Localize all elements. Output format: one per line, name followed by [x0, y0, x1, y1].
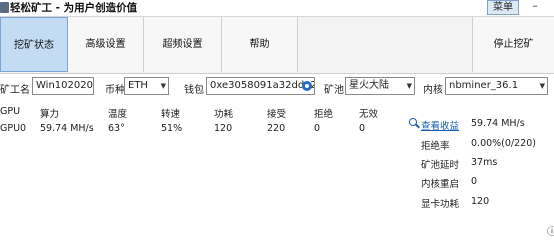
- table-header-temp: 温度: [108, 109, 128, 120]
- magnifier-handle: [415, 123, 420, 129]
- table-cell-fan: 51%: [161, 123, 183, 134]
- tab-mining-status[interactable]: 挖矿状态: [0, 17, 68, 72]
- menu-button[interactable]: 菜单: [487, 0, 519, 15]
- pool-value: 星火大陆: [349, 80, 389, 91]
- table-cell-hashrate: 59.74 MH/s: [40, 123, 94, 134]
- table-cell-invalid: 0: [359, 123, 366, 134]
- table-cell-gpu: GPU0: [0, 123, 27, 134]
- table-header-rejected: 拒绝: [314, 109, 334, 120]
- pool-label: 矿池: [324, 85, 344, 96]
- gpu-power-value: 120: [471, 196, 490, 207]
- tab-help[interactable]: 帮助: [222, 17, 298, 72]
- chevron-down-icon: ▼: [539, 82, 545, 90]
- minimize-button[interactable]: –: [523, 0, 547, 15]
- eye-icon[interactable]: [302, 81, 312, 91]
- total-hashrate-value: 59.74 MH/s: [471, 118, 525, 129]
- view-earnings-link[interactable]: 查看收益: [421, 118, 459, 132]
- kernel-restart-value: 0: [471, 176, 478, 187]
- pool-latency-value: 37ms: [471, 157, 498, 168]
- table-header-hashrate: 算力: [40, 109, 60, 120]
- pool-select[interactable]: 星火大陆 ▼: [345, 77, 415, 95]
- table-header-gpu: GPU: [0, 106, 21, 117]
- coin-value: ETH: [128, 80, 148, 91]
- reject-rate-label: 拒绝率: [421, 141, 450, 152]
- table-header-power: 功耗: [214, 109, 234, 120]
- pool-latency-label: 矿池延时: [421, 160, 460, 171]
- kernel-value: nbminer_36.1: [449, 80, 519, 91]
- reject-rate-value: 0.00%(0/220): [471, 138, 536, 149]
- wallet-field[interactable]: 0xe3058091a32dda25: [206, 77, 315, 95]
- info-icon: ⓘ: [547, 227, 554, 238]
- miner-name-value: Win102020RE: [36, 80, 93, 91]
- app-logo-icon: [0, 2, 9, 13]
- window-title: 轻松矿工 - 为用户创造价值: [10, 2, 138, 14]
- wallet-value: 0xe3058091a32dda25: [210, 80, 315, 91]
- table-cell-rejected: 0: [314, 123, 321, 134]
- kernel-restart-label: 内核重启: [421, 179, 460, 190]
- tab-overclock-settings[interactable]: 超频设置: [144, 17, 222, 72]
- chevron-down-icon: ▼: [406, 82, 412, 90]
- miner-name-label: 矿工名: [0, 85, 30, 96]
- table-header-invalid: 无效: [359, 109, 379, 120]
- kernel-select[interactable]: nbminer_36.1 ▼: [445, 77, 548, 95]
- kernel-label: 内核: [423, 85, 443, 96]
- table-header-fan: 转速: [161, 109, 181, 120]
- table-cell-power: 120: [214, 123, 233, 134]
- coin-select[interactable]: ETH ▼: [124, 77, 169, 95]
- miner-name-field[interactable]: Win102020RE: [32, 77, 94, 95]
- wallet-label: 钱包: [184, 85, 204, 96]
- chevron-down-icon: ▼: [160, 82, 166, 90]
- tab-advanced-settings[interactable]: 高级设置: [68, 17, 144, 72]
- coin-label: 币种: [105, 85, 125, 96]
- table-cell-accepted: 220: [267, 123, 286, 134]
- table-header-accepted: 接受: [267, 109, 287, 120]
- stop-mining-button[interactable]: 停止挖矿: [472, 17, 554, 72]
- table-cell-temp: 63°: [108, 123, 125, 134]
- gpu-power-label: 显卡功耗: [421, 199, 460, 210]
